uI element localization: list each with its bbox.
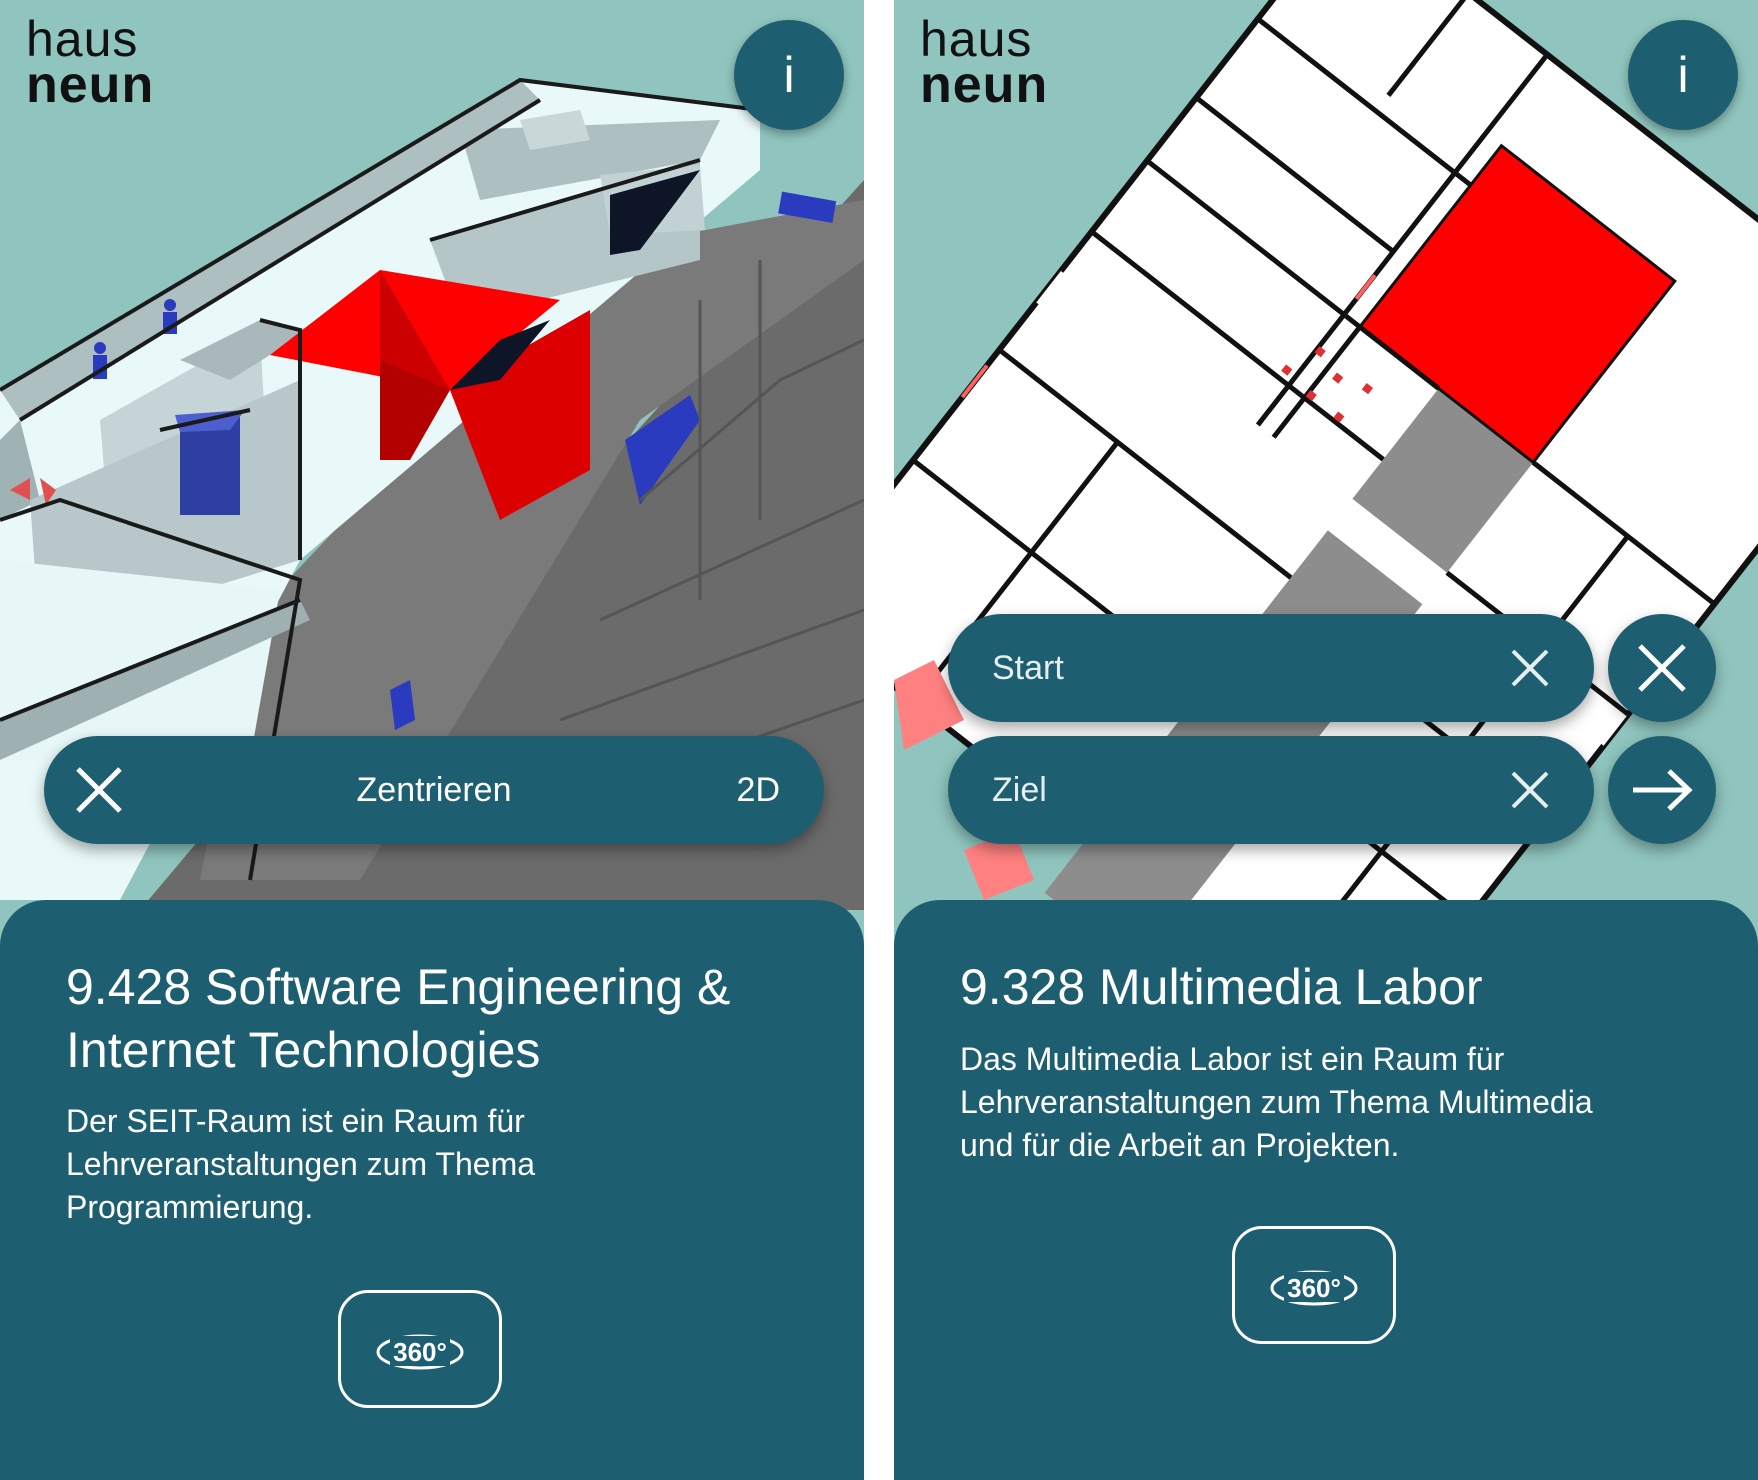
room-description: Der SEIT-Raum ist ein Raum für Lehrveran… [66,1100,826,1229]
panorama-360-icon: 360° [1270,1270,1358,1306]
view-360-button[interactable]: 360° [338,1290,502,1408]
destination-field[interactable]: Ziel [948,736,1594,844]
clear-icon[interactable] [1510,648,1550,688]
room-description: Das Multimedia Labor ist ein Raum für Le… [960,1038,1720,1167]
room-title: 9.428 Software Engineering & Internet Te… [66,956,730,1082]
arrow-right-icon [1633,769,1693,811]
info-button[interactable]: i [734,20,844,130]
panorama-360-label: 360° [1287,1273,1341,1303]
info-button[interactable]: i [1628,20,1738,130]
start-field[interactable]: Start [948,614,1594,722]
map-toolbar: Zentrieren 2D [44,736,824,844]
right-phone-screen: haus neun i Start Ziel 9.328 Multimedia … [894,0,1758,1480]
close-icon [1638,644,1686,692]
room-description-line: und für die Arbeit an Projekten. [960,1127,1400,1163]
room-description-line: Programmierung. [66,1189,314,1225]
room-description-line: Das Multimedia Labor ist ein Raum für [960,1041,1505,1077]
room-description-line: Der SEIT-Raum ist ein Raum für [66,1103,525,1139]
start-input[interactable]: Start [992,614,1064,722]
clear-icon[interactable] [1510,770,1550,810]
app-logo: haus neun [26,14,155,114]
room-title: 9.328 Multimedia Labor [960,959,1483,1015]
center-map-button[interactable]: Zentrieren [44,736,824,844]
logo-line-2: neun [26,56,155,114]
room-description-line: Lehrveranstaltungen zum Thema Multimedia [960,1084,1593,1120]
cancel-route-button[interactable] [1608,614,1716,722]
destination-input[interactable]: Ziel [992,736,1047,844]
room-title-line-1: 9.428 Software Engineering & [66,959,731,1015]
room-info-panel: 9.428 Software Engineering & Internet Te… [0,900,864,1480]
logo-line-2: neun [920,56,1049,114]
start-route-button[interactable] [1608,736,1716,844]
panorama-360-label: 360° [393,1337,447,1367]
panorama-360-icon: 360° [376,1334,464,1370]
room-title-line-2: Internet Technologies [66,1022,541,1078]
left-phone-screen: haus neun i Zentrieren 2D 9.428 Software… [0,0,864,1480]
info-icon: i [1677,47,1689,103]
room-description-line: Lehrveranstaltungen zum Thema [66,1146,536,1182]
view-mode-toggle[interactable]: 2D [737,736,780,844]
view-360-button[interactable]: 360° [1232,1226,1396,1344]
app-logo: haus neun [920,14,1049,114]
room-info-panel: 9.328 Multimedia Labor Das Multimedia La… [894,900,1758,1480]
info-icon: i [783,47,795,103]
